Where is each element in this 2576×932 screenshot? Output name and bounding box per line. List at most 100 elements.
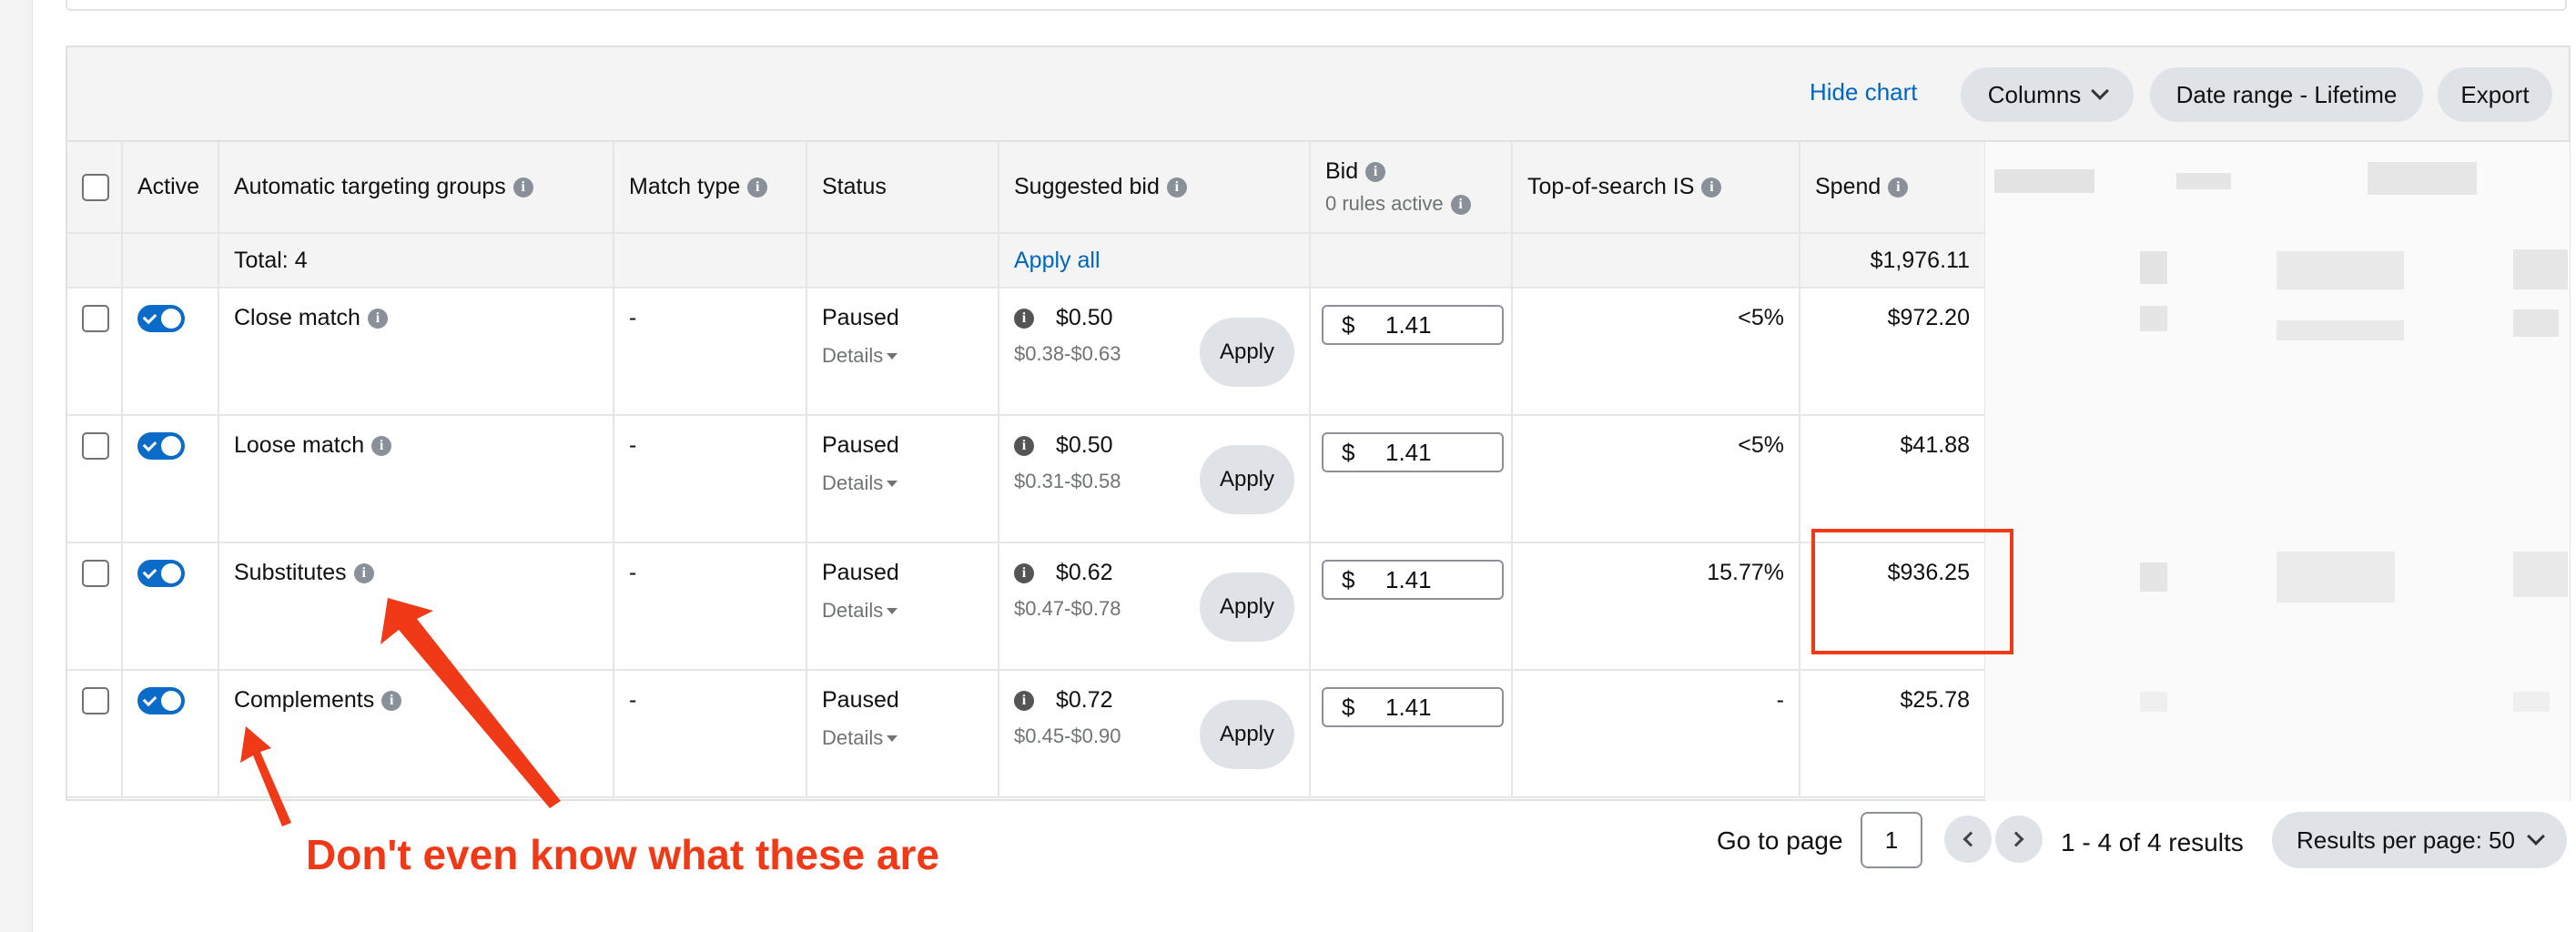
top-of-search-value: 15.77% bbox=[1512, 542, 1800, 671]
header-bid[interactable]: Bid i 0 rules active i bbox=[1310, 142, 1513, 234]
apply-button[interactable]: Apply bbox=[1200, 572, 1294, 642]
info-icon[interactable]: i bbox=[1014, 309, 1034, 329]
bid-input[interactable]: $1.41 bbox=[1322, 305, 1504, 345]
table-row: Complements i - Paused Details i $0.72 $0.… bbox=[67, 670, 1986, 798]
bid-value: 1.41 bbox=[1385, 565, 1432, 593]
table-row: Close match i - Paused Details i $0.50 $0.… bbox=[67, 288, 1986, 416]
results-per-page-select[interactable]: Results per page: 50 bbox=[2272, 812, 2567, 868]
header-status-label: Status bbox=[822, 174, 887, 199]
info-icon[interactable]: i bbox=[367, 309, 388, 329]
total-spend: $1,976.11 bbox=[1800, 233, 1986, 289]
caret-down-icon bbox=[887, 734, 898, 742]
info-icon[interactable]: i bbox=[1450, 195, 1471, 216]
check-icon bbox=[142, 692, 157, 707]
table-row: Substitutes i - Paused Details i $0.62 $0.… bbox=[67, 542, 1986, 671]
info-icon[interactable]: i bbox=[1014, 563, 1034, 584]
active-toggle[interactable] bbox=[137, 560, 185, 587]
bid-value: 1.41 bbox=[1385, 310, 1432, 339]
header-spend-label: Spend bbox=[1815, 174, 1881, 199]
header-active: Active bbox=[122, 142, 219, 234]
details-dropdown[interactable]: Details bbox=[822, 726, 983, 750]
active-toggle[interactable] bbox=[137, 305, 185, 332]
info-icon[interactable]: i bbox=[353, 563, 374, 584]
info-icon[interactable]: i bbox=[1014, 691, 1034, 712]
row-checkbox[interactable] bbox=[82, 432, 109, 460]
targeting-table: Active Automatic targeting groups i Match… bbox=[67, 142, 1986, 798]
row-checkbox[interactable] bbox=[82, 687, 109, 714]
suggested-bid-value: $0.62 bbox=[1056, 560, 1113, 585]
info-icon[interactable]: i bbox=[371, 436, 392, 457]
info-icon[interactable]: i bbox=[381, 691, 402, 712]
status-value: Paused bbox=[822, 305, 899, 330]
check-icon bbox=[142, 437, 157, 452]
bid-input[interactable]: $1.41 bbox=[1322, 687, 1504, 727]
spend-value: $25.78 bbox=[1800, 670, 1986, 798]
active-toggle[interactable] bbox=[137, 432, 185, 460]
bid-input[interactable]: $1.41 bbox=[1322, 560, 1504, 600]
details-dropdown[interactable]: Details bbox=[822, 599, 983, 623]
header-targeting-groups[interactable]: Automatic targeting groups i bbox=[218, 142, 614, 234]
header-match-type[interactable]: Match type i bbox=[614, 142, 807, 234]
next-page-button[interactable] bbox=[1995, 816, 2043, 863]
bid-input[interactable]: $1.41 bbox=[1322, 432, 1504, 472]
apply-button[interactable]: Apply bbox=[1200, 318, 1294, 387]
page-number-input[interactable]: 1 bbox=[1861, 812, 1922, 868]
targeting-group-name: Close match bbox=[234, 305, 360, 330]
table-header-row: Active Automatic targeting groups i Match… bbox=[67, 142, 1986, 234]
match-type-value: - bbox=[614, 542, 807, 671]
export-label: Export bbox=[2460, 80, 2530, 108]
go-to-page-label: Go to page bbox=[1717, 826, 1843, 855]
apply-label: Apply bbox=[1219, 339, 1275, 364]
info-icon[interactable]: i bbox=[512, 177, 533, 198]
date-range-label: Date range - Lifetime bbox=[2175, 80, 2398, 108]
active-toggle[interactable] bbox=[137, 687, 185, 714]
columns-button[interactable]: Columns bbox=[1961, 67, 2134, 122]
row-checkbox[interactable] bbox=[82, 305, 109, 332]
info-icon[interactable]: i bbox=[747, 177, 768, 198]
info-icon[interactable]: i bbox=[1888, 177, 1909, 198]
details-dropdown[interactable]: Details bbox=[822, 471, 983, 495]
table-toolbar: Hide chart Columns Date range - Lifetime… bbox=[67, 47, 2569, 142]
row-checkbox[interactable] bbox=[82, 560, 109, 587]
date-range-button[interactable]: Date range - Lifetime bbox=[2150, 67, 2423, 122]
status-value: Paused bbox=[822, 560, 899, 585]
top-card-edge bbox=[66, 0, 2567, 11]
top-of-search-value: - bbox=[1512, 670, 1800, 798]
select-all-checkbox[interactable] bbox=[82, 173, 109, 201]
caret-down-icon bbox=[887, 480, 898, 487]
header-status[interactable]: Status bbox=[806, 142, 999, 234]
hide-chart-link[interactable]: Hide chart bbox=[1810, 78, 1918, 106]
previous-page-button[interactable] bbox=[1944, 816, 1992, 863]
currency-symbol: $ bbox=[1342, 438, 1355, 466]
apply-all-link[interactable]: Apply all bbox=[1014, 248, 1100, 273]
check-icon bbox=[142, 309, 157, 325]
results-count: 1 - 4 of 4 results bbox=[2061, 828, 2244, 856]
bid-value: 1.41 bbox=[1385, 438, 1432, 466]
chevron-down-icon bbox=[2527, 827, 2545, 846]
match-type-value: - bbox=[614, 415, 807, 543]
details-label: Details bbox=[822, 726, 884, 749]
header-suggested-bid[interactable]: Suggested bid i bbox=[999, 142, 1311, 234]
redacted-columns bbox=[1985, 142, 2570, 801]
spend-value: $972.20 bbox=[1800, 288, 1986, 416]
export-button[interactable]: Export bbox=[2438, 67, 2552, 122]
chevron-left-icon bbox=[1962, 831, 1979, 847]
info-icon[interactable]: i bbox=[1701, 177, 1722, 198]
info-icon[interactable]: i bbox=[1365, 162, 1386, 183]
details-dropdown[interactable]: Details bbox=[822, 344, 983, 368]
caret-down-icon bbox=[887, 607, 898, 614]
status-value: Paused bbox=[822, 687, 899, 713]
apply-button[interactable]: Apply bbox=[1200, 445, 1294, 514]
header-spend[interactable]: Spend i bbox=[1800, 142, 1986, 234]
info-icon[interactable]: i bbox=[1166, 177, 1187, 198]
header-suggested-bid-label: Suggested bid bbox=[1014, 174, 1160, 199]
chevron-down-icon bbox=[2091, 82, 2110, 100]
total-label: Total: 4 bbox=[218, 233, 614, 289]
targeting-panel: Hide chart Columns Date range - Lifetime… bbox=[66, 46, 2571, 801]
annotation-text: Don't even know what these are bbox=[306, 831, 939, 878]
header-top-of-search-label: Top-of-search IS bbox=[1527, 174, 1695, 199]
header-top-of-search[interactable]: Top-of-search IS i bbox=[1512, 142, 1800, 234]
apply-button[interactable]: Apply bbox=[1200, 700, 1294, 769]
info-icon[interactable]: i bbox=[1014, 436, 1034, 457]
details-label: Details bbox=[822, 471, 884, 494]
